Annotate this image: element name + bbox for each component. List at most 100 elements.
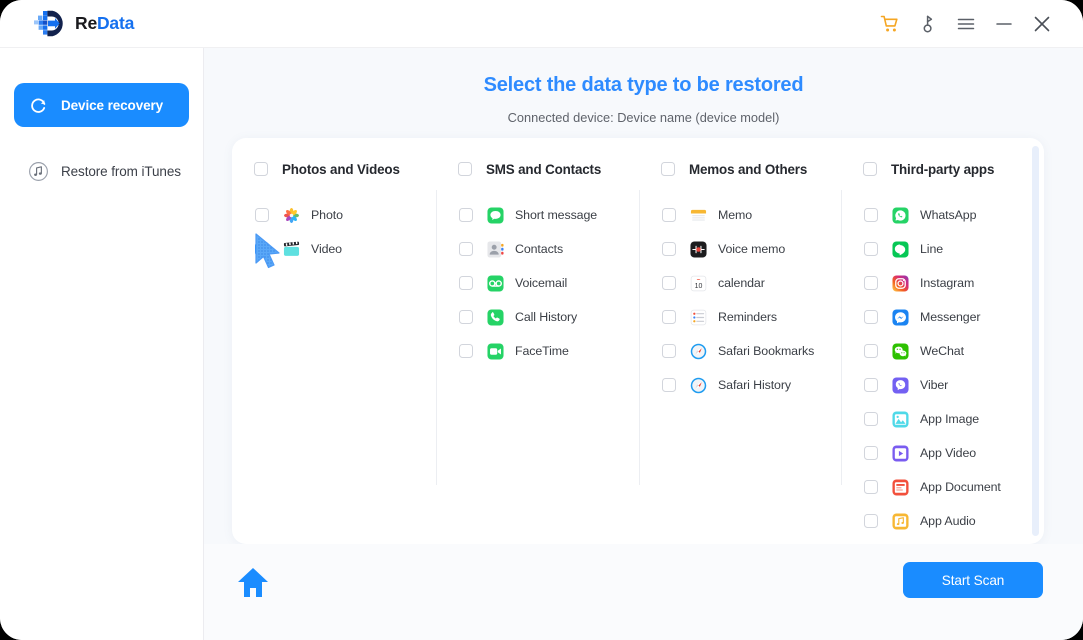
list-item-photo[interactable]: Photo [232,198,435,232]
column-checkbox[interactable] [458,162,472,176]
voicemail-app-icon [487,274,504,292]
list-item-label: Messenger [920,310,981,324]
item-checkbox[interactable] [662,344,676,358]
list-item-app-image[interactable]: App Image [841,402,1044,436]
list-item-wechat[interactable]: WeChat [841,334,1044,368]
list-item-label: Video [311,242,342,256]
key-button[interactable] [909,5,947,43]
item-list: WhatsApp Line Instagram Messenger WeChat… [841,198,1044,538]
minimize-button[interactable] [985,5,1023,43]
list-item-voicemail[interactable]: Voicemail [436,266,639,300]
item-checkbox[interactable] [459,310,473,324]
list-item-facetime[interactable]: FaceTime [436,334,639,368]
cart-button[interactable] [871,5,909,43]
item-checkbox[interactable] [662,310,676,324]
photos-app-icon [284,207,299,223]
window-controls [871,5,1061,43]
app-name-prefix: Re [75,12,97,33]
column-header-memos-and-others[interactable]: Memos and Others [639,158,842,180]
item-checkbox[interactable] [459,344,473,358]
list-item-label: Voice memo [718,242,786,256]
item-list: Memo Voice memo ••• 10 calendar Reminder… [639,198,842,402]
item-checkbox[interactable] [459,276,473,290]
item-checkbox[interactable] [864,514,878,528]
item-checkbox[interactable] [864,344,878,358]
list-item-label: Line [920,242,944,256]
column-header-label: Third-party apps [891,161,995,177]
close-button[interactable] [1023,5,1061,43]
item-checkbox[interactable] [864,480,878,494]
start-scan-button[interactable]: Start Scan [903,562,1043,598]
list-item-label: Contacts [515,242,564,256]
list-item-instagram[interactable]: Instagram [841,266,1044,300]
menu-button[interactable] [947,5,985,43]
item-checkbox[interactable] [864,446,878,460]
voice-memos-app-icon [690,240,707,258]
item-checkbox[interactable] [864,208,878,222]
list-item-memo[interactable]: Memo [639,198,842,232]
list-item-label: calendar [718,276,765,290]
column-checkbox[interactable] [863,162,877,176]
app-name-suffix: Data [96,12,135,33]
wechat-app-icon [892,342,909,360]
list-item-short-message[interactable]: Short message [436,198,639,232]
list-item-call-history[interactable]: Call History [436,300,639,334]
column-memos-and-others: Memos and Others Memo Voice memo ••• 10 … [639,138,842,544]
sidebar-item-restore-from-itunes[interactable]: Restore from iTunes [14,149,189,193]
list-item-label: Safari History [718,378,791,392]
safari-app-icon [690,343,707,359]
column-checkbox[interactable] [254,162,268,176]
list-item-label: Instagram [920,276,975,290]
column-third-party-apps: Third-party apps WhatsApp Line Instagram… [841,138,1044,544]
list-item-whatsapp[interactable]: WhatsApp [841,198,1044,232]
item-checkbox[interactable] [864,378,878,392]
column-header-sms-and-contacts[interactable]: SMS and Contacts [436,158,639,180]
redata-logo-icon [34,10,63,37]
main-content: Select the data type to be restored Conn… [204,48,1083,640]
list-item-app-video[interactable]: App Video [841,436,1044,470]
home-icon [238,568,268,597]
list-item-video[interactable]: Video [232,232,435,266]
list-item-label: Reminders [718,310,778,324]
notes-app-icon [690,209,707,221]
app-image-icon [892,410,909,428]
phone-app-icon [487,308,504,326]
list-item-messenger[interactable]: Messenger [841,300,1044,334]
item-checkbox[interactable] [255,242,269,256]
item-checkbox[interactable] [662,208,676,222]
list-item-voice-memo[interactable]: Voice memo [639,232,842,266]
list-item-viber[interactable]: Viber [841,368,1044,402]
list-item-app-audio[interactable]: App Audio [841,504,1044,538]
list-item-line[interactable]: Line [841,232,1044,266]
item-checkbox[interactable] [864,242,878,256]
item-checkbox[interactable] [662,378,676,392]
list-item-label: App Document [920,480,1001,494]
list-item-contacts[interactable]: Contacts [436,232,639,266]
calendar-app-icon: ••• 10 [690,275,707,291]
list-item-safari-history[interactable]: Safari History [639,368,842,402]
app-name: ReData [75,12,135,33]
home-button[interactable] [235,566,271,600]
app-window: ReData Device recovery Restore from iTun… [0,0,1083,640]
item-checkbox[interactable] [864,412,878,426]
card-scrollbar[interactable] [1032,146,1039,536]
sidebar-item-device-recovery[interactable]: Device recovery [14,83,189,127]
item-checkbox[interactable] [662,276,676,290]
item-checkbox[interactable] [662,242,676,256]
item-checkbox[interactable] [459,242,473,256]
whatsapp-app-icon [892,206,909,224]
safari-app-icon [690,377,707,393]
item-checkbox[interactable] [255,208,269,222]
item-checkbox[interactable] [864,310,878,324]
list-item-reminders[interactable]: Reminders [639,300,842,334]
list-item-safari-bookmarks[interactable]: Safari Bookmarks [639,334,842,368]
item-checkbox[interactable] [864,276,878,290]
column-checkbox[interactable] [661,162,675,176]
list-item-label: Memo [718,208,753,222]
title-bar: ReData [0,0,1083,48]
column-header-photos-and-videos[interactable]: Photos and Videos [232,158,435,180]
item-checkbox[interactable] [459,208,473,222]
list-item-calendar[interactable]: ••• 10 calendar [639,266,842,300]
column-header-third-party-apps[interactable]: Third-party apps [841,158,1044,180]
list-item-app-document[interactable]: App Document [841,470,1044,504]
